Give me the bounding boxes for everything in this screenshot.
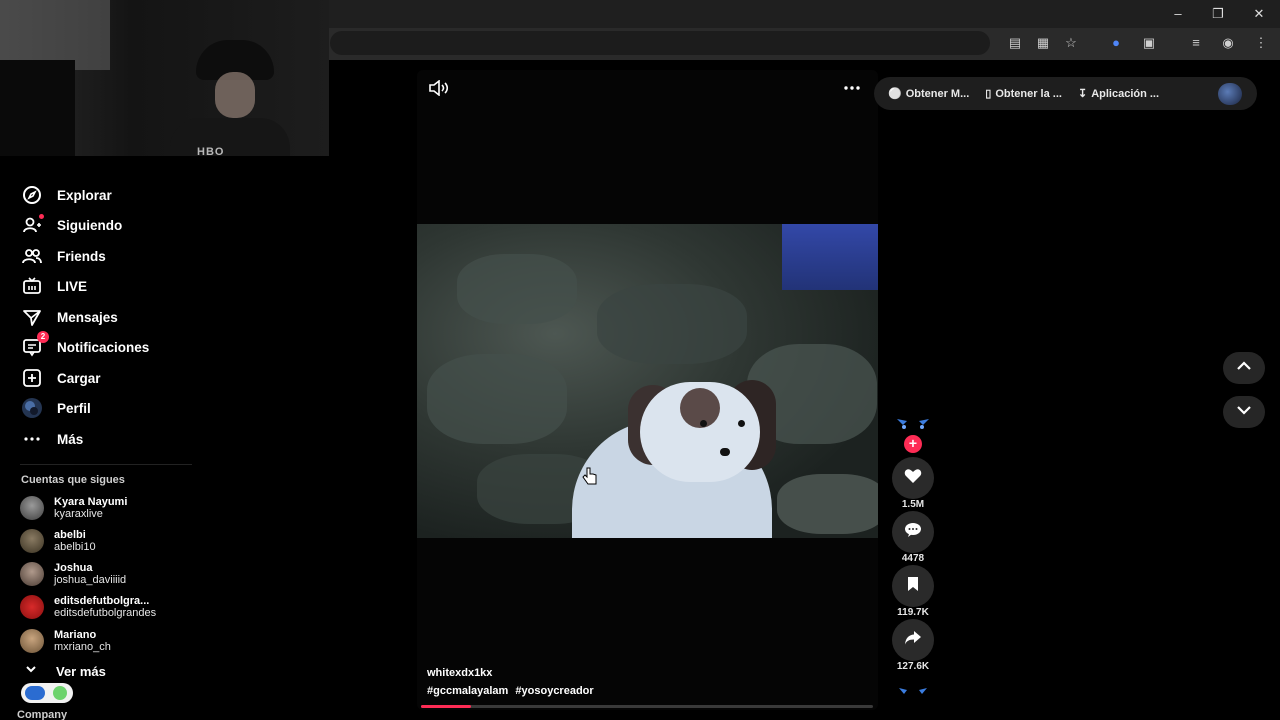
- bookmark-icon: [906, 576, 920, 597]
- browser-menu-icon[interactable]: ⋮: [1252, 35, 1270, 51]
- extension-icon[interactable]: ●: [1107, 35, 1125, 51]
- paper-plane-icon: [21, 306, 43, 328]
- next-video-button[interactable]: [1223, 396, 1265, 428]
- compass-icon: [21, 184, 43, 206]
- following-account-item[interactable]: editsdefutbolgra... editsdefutbolgrandes: [20, 593, 156, 621]
- extension-bar: ⚪ Obtener M... ▯ Obtener la ... ↧ Aplica…: [874, 77, 1257, 110]
- friends-icon: [21, 245, 43, 267]
- share-button[interactable]: [892, 619, 934, 661]
- sidebar-divider: [20, 464, 192, 465]
- bookmark-star-icon[interactable]: ☆: [1062, 35, 1080, 51]
- avatar: [20, 562, 44, 586]
- like-count: 1.5M: [901, 499, 925, 510]
- following-account-item[interactable]: Joshua joshua_daviiiid: [20, 560, 126, 588]
- previous-video-button[interactable]: [1223, 352, 1265, 384]
- media-control-icon[interactable]: ≡: [1187, 35, 1205, 51]
- user-avatar[interactable]: [1218, 83, 1242, 105]
- account-icon[interactable]: ◉: [1219, 35, 1237, 51]
- music-disc-icon[interactable]: [893, 682, 933, 702]
- chevron-down-icon: [24, 662, 38, 681]
- sidebar-item-explorar[interactable]: Explorar: [21, 183, 112, 207]
- extensions-puzzle-icon[interactable]: ▣: [1140, 35, 1158, 51]
- ellipsis-icon: [21, 428, 43, 450]
- sidebar-item-perfil[interactable]: Perfil: [21, 396, 91, 420]
- sidebar-item-live[interactable]: LIVE: [21, 274, 87, 298]
- hashtag-link[interactable]: #gccmalayalam: [427, 685, 508, 697]
- following-section-title: Cuentas que sigues: [21, 474, 125, 486]
- avatar: [20, 595, 44, 619]
- notification-badge: 2: [37, 331, 49, 343]
- avatar: [20, 496, 44, 520]
- chevron-down-icon: [1236, 403, 1252, 421]
- volume-icon[interactable]: [428, 79, 450, 101]
- upload-plus-icon: [21, 367, 43, 389]
- sidebar-item-mas[interactable]: Más: [21, 427, 83, 451]
- video-author[interactable]: whitexdx1kx: [427, 667, 492, 679]
- sidebar-item-friends[interactable]: Friends: [21, 244, 106, 268]
- video-hashtags: #gccmalayalam #yosoycreador: [427, 685, 598, 697]
- video-progress-bar[interactable]: [421, 705, 873, 708]
- avatar: [20, 629, 44, 653]
- sidebar-item-siguiendo[interactable]: Siguiendo: [21, 213, 122, 237]
- sidebar-item-notificaciones[interactable]: 2 Notificaciones: [21, 331, 149, 359]
- close-window-button[interactable]: ✕: [1247, 4, 1271, 24]
- follow-plus-button[interactable]: +: [904, 435, 922, 453]
- share-arrow-icon: [904, 630, 922, 651]
- footer-company-link[interactable]: Company: [17, 709, 67, 720]
- save-count: 119.7K: [897, 607, 929, 618]
- comment-button[interactable]: [892, 511, 934, 553]
- restore-button[interactable]: ❐: [1206, 4, 1230, 24]
- chevron-up-icon: [1236, 359, 1252, 377]
- extension-item[interactable]: ▯ Obtener la ...: [985, 87, 1062, 101]
- save-button[interactable]: [892, 565, 934, 607]
- webcam-overlay: HBO: [0, 0, 329, 156]
- download-icon: ↧: [1077, 88, 1088, 100]
- comment-icon: [904, 522, 922, 543]
- share-count: 127.6K: [896, 661, 930, 672]
- extension-item[interactable]: ↧ Aplicación ...: [1077, 87, 1159, 101]
- hand-cursor-icon: [582, 466, 598, 491]
- extension-item[interactable]: ⚪ Obtener M...: [888, 87, 969, 101]
- install-app-icon[interactable]: ▤: [1006, 35, 1024, 51]
- video-progress-fill: [421, 705, 471, 708]
- sidebar-item-cargar[interactable]: Cargar: [21, 366, 101, 390]
- like-button[interactable]: [892, 457, 934, 499]
- address-bar[interactable]: [330, 31, 990, 55]
- author-avatar[interactable]: [893, 411, 933, 437]
- power-icon: [53, 686, 67, 700]
- toggle-left-icon: [25, 686, 45, 700]
- avatar: [20, 529, 44, 553]
- following-account-item[interactable]: Mariano mxriano_ch: [20, 627, 111, 655]
- sidebar-item-mensajes[interactable]: Mensajes: [21, 305, 118, 329]
- notification-icon: 2: [21, 331, 49, 358]
- following-account-item[interactable]: abelbi abelbi10: [20, 527, 96, 555]
- more-options-icon[interactable]: [843, 80, 861, 101]
- user-follow-icon: [21, 214, 44, 236]
- profile-avatar-icon: [21, 397, 43, 419]
- live-tv-icon: [21, 275, 43, 297]
- hashtag-link[interactable]: #yosoycreador: [515, 685, 593, 697]
- comment-count: 4478: [901, 553, 925, 564]
- translate-icon[interactable]: ▦: [1034, 35, 1052, 51]
- minimize-button[interactable]: –: [1166, 4, 1190, 24]
- phone-icon: ▯: [985, 88, 992, 100]
- see-more-button[interactable]: Ver más: [24, 662, 106, 681]
- link-icon: ⚪: [888, 88, 902, 100]
- following-account-item[interactable]: Kyara Nayumi kyaraxlive: [20, 494, 127, 522]
- heart-icon: [904, 468, 922, 489]
- extension-toggle-pill[interactable]: [21, 683, 73, 703]
